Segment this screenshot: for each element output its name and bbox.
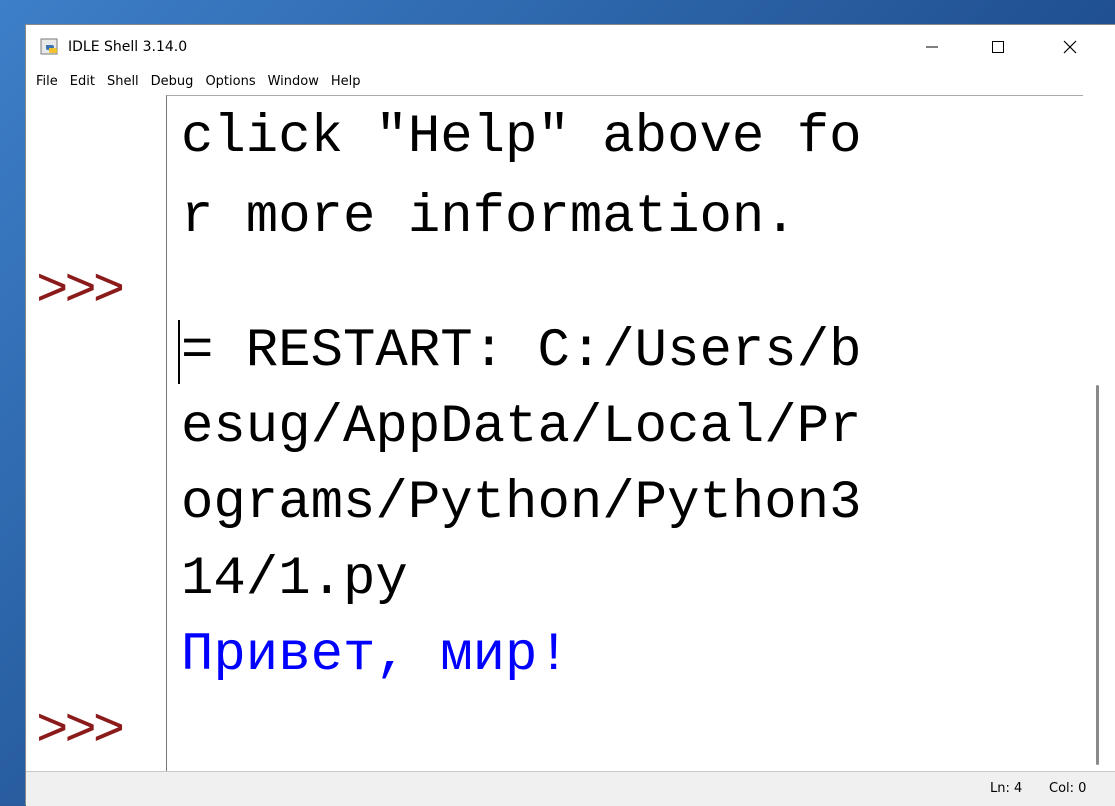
prompt-gutter: >>> >>>: [26, 95, 166, 770]
menu-options[interactable]: Options: [199, 71, 261, 93]
shell-output-line: ograms/Python/Python3: [181, 473, 862, 534]
title-bar[interactable]: IDLE Shell 3.14.0: [26, 25, 1115, 69]
minimize-icon: [926, 46, 938, 48]
shell-output-line: click "Help" above fo: [181, 107, 862, 168]
menu-help[interactable]: Help: [325, 71, 367, 93]
shell-output-line: r more information.: [181, 187, 797, 248]
menu-edit[interactable]: Edit: [64, 71, 101, 93]
menu-bar: File Edit Shell Debug Options Window Hel…: [26, 70, 1115, 94]
shell-output-line: = RESTART: C:/Users/b: [181, 321, 862, 382]
shell-text-area[interactable]: click "Help" above fo r more information…: [166, 95, 1083, 771]
shell-prompt: >>>: [36, 261, 125, 322]
maximize-button[interactable]: [974, 25, 1022, 69]
maximize-icon: [992, 41, 1004, 53]
shell-output-line: esug/AppData/Local/Pr: [181, 397, 862, 458]
close-icon: [1063, 40, 1077, 54]
vertical-scrollbar[interactable]: [1083, 95, 1115, 770]
minimize-button[interactable]: [908, 25, 956, 69]
program-output-line: Привет, мир!: [181, 625, 570, 686]
status-bar: Ln: 4 Col: 0: [26, 771, 1115, 806]
close-button[interactable]: [1046, 25, 1094, 69]
status-column-number: Col: 0: [1049, 781, 1087, 796]
shell-output-line: 14/1.py: [181, 549, 408, 610]
shell-prompt: >>>: [36, 701, 125, 762]
scrollbar-thumb[interactable]: [1096, 385, 1099, 765]
window-title: IDLE Shell 3.14.0: [68, 39, 188, 55]
text-cursor: [178, 320, 180, 384]
menu-file[interactable]: File: [26, 71, 64, 93]
menu-window[interactable]: Window: [262, 71, 325, 93]
idle-shell-window: IDLE Shell 3.14.0 File Edit Shell Debug …: [25, 24, 1115, 806]
python-app-icon: [40, 38, 58, 55]
menu-shell[interactable]: Shell: [101, 71, 145, 93]
status-line-number: Ln: 4: [990, 781, 1023, 796]
menu-debug[interactable]: Debug: [145, 71, 200, 93]
